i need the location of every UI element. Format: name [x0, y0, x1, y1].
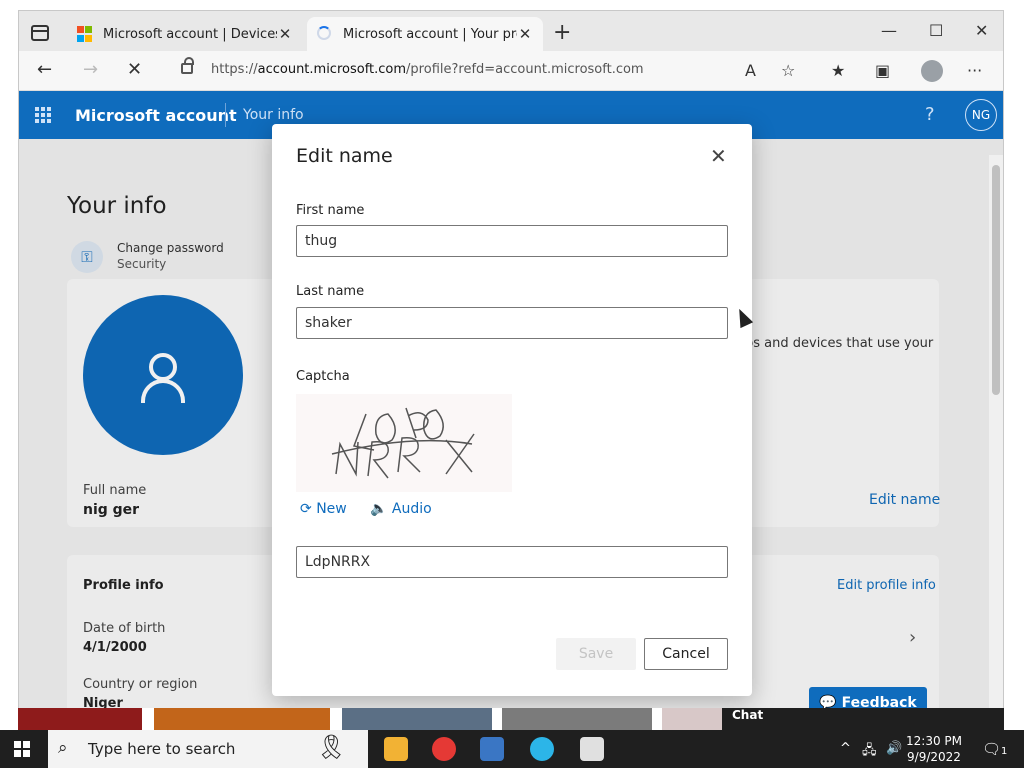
- tab-actions-icon[interactable]: [31, 25, 49, 41]
- close-dialog-icon[interactable]: ✕: [710, 146, 727, 166]
- notification-count: 1: [1001, 746, 1008, 757]
- search-placeholder: Type here to search: [88, 740, 236, 758]
- taskbar: ⌕ Type here to search 🎗 ^ 🖧 🔊 12:30 PM 9…: [0, 730, 1024, 768]
- date: 9/9/2022: [907, 750, 961, 764]
- windows-start-icon[interactable]: [14, 741, 30, 757]
- ribbon-icon[interactable]: 🎗: [316, 733, 346, 765]
- captcha-answer-input[interactable]: [296, 546, 728, 578]
- thumbnail[interactable]: [662, 708, 722, 730]
- page-content: Microsoft account Your info ? NG Your in…: [19, 91, 1003, 709]
- volume-icon[interactable]: 🔊: [886, 741, 902, 756]
- scroll-thumb[interactable]: [992, 165, 1000, 395]
- time: 12:30 PM: [906, 734, 962, 748]
- thumbnail[interactable]: [342, 708, 492, 730]
- store-icon[interactable]: [480, 737, 504, 761]
- edge-icon[interactable]: [530, 737, 554, 761]
- url-path: /profile?refd=account.microsoft.com: [406, 62, 644, 77]
- browser-toolbar: ← → ✕ https://account.microsoft.com/prof…: [19, 51, 1003, 91]
- captcha-label: Captcha: [296, 369, 350, 384]
- close-tab-icon[interactable]: ✕: [517, 25, 533, 43]
- url-scheme: https://: [211, 62, 258, 77]
- tab-your-profile[interactable]: Microsoft account | Your profile ✕: [307, 17, 543, 51]
- maximize-icon[interactable]: ☐: [929, 21, 943, 40]
- favorites-icon[interactable]: ★: [831, 61, 845, 80]
- last-name-label: Last name: [296, 284, 365, 299]
- more-options-icon[interactable]: ···: [967, 61, 982, 80]
- file-explorer-icon[interactable]: [384, 737, 408, 761]
- cancel-button[interactable]: Cancel: [644, 638, 728, 670]
- user-avatar[interactable]: NG: [965, 99, 997, 131]
- app-thumbnails-strip: Chat: [18, 708, 1004, 730]
- captcha-image: [296, 394, 512, 492]
- network-icon[interactable]: 🖧: [862, 741, 877, 763]
- speaker-icon: 🔈: [370, 501, 388, 517]
- header-divider: [225, 103, 226, 127]
- last-name-input[interactable]: [296, 307, 728, 339]
- stop-loading-icon[interactable]: ✕: [127, 59, 142, 80]
- address-bar[interactable]: https://account.microsoft.com/profile?re…: [211, 62, 644, 77]
- first-name-input[interactable]: [296, 225, 728, 257]
- microsoft-logo-icon: [77, 26, 93, 42]
- tab-devices[interactable]: Microsoft account | Devices ✕: [67, 17, 303, 51]
- loading-spinner-icon: [317, 26, 333, 42]
- search-icon: ⌕: [58, 738, 68, 758]
- refresh-icon: ⟳: [300, 501, 312, 517]
- dialog-title: Edit name: [296, 145, 393, 167]
- chat-thumbnail[interactable]: Chat: [722, 708, 1004, 730]
- lock-icon[interactable]: [181, 57, 194, 74]
- new-captcha-button[interactable]: ⟳ New: [300, 501, 347, 517]
- clock[interactable]: 12:30 PM 9/9/2022: [906, 733, 962, 765]
- read-aloud-icon[interactable]: A: [745, 61, 756, 80]
- roblox-icon[interactable]: [580, 737, 604, 761]
- audio-captcha-button[interactable]: 🔈 Audio: [370, 501, 432, 517]
- new-captcha-label: New: [316, 501, 347, 517]
- forward-icon[interactable]: →: [83, 59, 98, 80]
- page-scrollbar[interactable]: [989, 155, 1003, 709]
- collections-icon[interactable]: ▣: [875, 61, 890, 80]
- feedback-button[interactable]: 💬 Feedback: [809, 687, 927, 709]
- tab-bar: Microsoft account | Devices ✕ Microsoft …: [19, 11, 1003, 51]
- browser-profile-icon[interactable]: [921, 60, 943, 82]
- first-name-label: First name: [296, 203, 365, 218]
- new-tab-icon[interactable]: +: [553, 22, 571, 44]
- tab-title: Microsoft account | Your profile: [343, 26, 517, 42]
- tab-title: Microsoft account | Devices: [103, 26, 277, 42]
- close-tab-icon[interactable]: ✕: [277, 25, 293, 43]
- edit-name-dialog: Edit name ✕ First name Last name Captcha: [272, 124, 752, 696]
- minimize-icon[interactable]: —: [881, 21, 897, 40]
- add-favorite-icon[interactable]: ☆: [781, 61, 795, 80]
- thumbnail[interactable]: [502, 708, 652, 730]
- close-window-icon[interactable]: ✕: [975, 21, 988, 40]
- brand-title[interactable]: Microsoft account: [75, 106, 237, 125]
- header-nav-your-info[interactable]: Your info: [243, 107, 304, 123]
- show-hidden-icons[interactable]: ^: [840, 741, 851, 756]
- app-launcher-icon[interactable]: [35, 107, 51, 123]
- thumbnail[interactable]: [154, 708, 330, 730]
- back-icon[interactable]: ←: [37, 59, 52, 80]
- url-host: account.microsoft.com: [257, 62, 407, 77]
- help-icon[interactable]: ?: [925, 104, 935, 125]
- save-button[interactable]: Save: [556, 638, 636, 670]
- notification-center-icon[interactable]: 🗨1: [982, 740, 1007, 758]
- audio-captcha-label: Audio: [391, 501, 432, 517]
- chrome-icon[interactable]: [432, 737, 456, 761]
- browser-window: Microsoft account | Devices ✕ Microsoft …: [18, 10, 1004, 710]
- thumbnail[interactable]: [18, 708, 142, 730]
